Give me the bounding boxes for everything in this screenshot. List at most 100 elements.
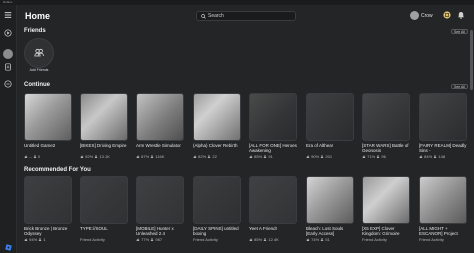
menu-icon[interactable] (3, 10, 13, 20)
game-player-count: 12.4K (268, 236, 279, 242)
game-thumbnail[interactable] (362, 176, 410, 224)
game-player-count: 96 (381, 153, 386, 159)
more-icon[interactable] (3, 79, 13, 89)
search-icon (201, 14, 206, 19)
notification-bell-icon[interactable] (457, 11, 465, 19)
game-card[interactable]: [STAR WARS] Battle of Geonosis 71% 96 (362, 93, 410, 159)
game-card[interactable]: Era of Althea! 90% 201 (306, 93, 354, 159)
game-card[interactable]: (Alpha) Clover Rebirth 82% 22 (193, 93, 241, 159)
game-rating: 90% (311, 153, 320, 159)
friends-see-all-button[interactable]: See All (451, 29, 468, 34)
game-thumbnail[interactable] (136, 176, 184, 224)
scrollbar-thumb[interactable] (470, 30, 473, 90)
game-thumbnail[interactable] (24, 93, 72, 141)
game-player-count: 987 (155, 236, 163, 242)
robux-icon[interactable] (443, 11, 451, 19)
game-thumbnail[interactable] (249, 93, 297, 141)
game-thumbnail[interactable] (306, 176, 354, 224)
friends-section-title: Friends (24, 28, 46, 34)
game-title: Arm Wrestle Simulator (136, 142, 181, 148)
search-box[interactable] (196, 11, 296, 21)
thumbs-up-icon (80, 155, 84, 158)
thumbs-up-icon (193, 155, 197, 158)
game-card[interactable]: Bleach: Lost Souls [Early Access] 74% 51 (306, 176, 354, 242)
game-card[interactable]: Yeet A Friend! 85% 12.4K (249, 176, 297, 242)
game-player-count: 13.1K (99, 153, 110, 159)
game-player-count: 116K (155, 153, 165, 159)
game-card[interactable]: [FAIRY REALM] Deadly Sins - 84% 148 (419, 93, 467, 159)
continue-section-title: Continue (24, 82, 50, 88)
players-icon (38, 237, 42, 242)
players-icon (33, 154, 37, 159)
game-rating: -- (29, 153, 32, 159)
game-player-count: 91 (268, 153, 273, 159)
roblox-logo-icon[interactable] (4, 243, 13, 252)
top-bar: Home Crow (17, 5, 474, 27)
players-icon (150, 154, 154, 159)
continue-see-all-button[interactable]: See All (451, 84, 468, 89)
game-stats: 85% 12.4K (249, 237, 297, 242)
players-icon (207, 154, 211, 159)
game-thumbnail[interactable] (419, 93, 467, 141)
game-stats: 77% 987 (136, 237, 184, 242)
game-thumbnail[interactable] (306, 93, 354, 141)
game-stats: 87% 116K (136, 154, 184, 159)
home-icon[interactable] (3, 28, 13, 38)
friend-activity-label: Friend Activity (80, 236, 105, 242)
game-card[interactable]: [ALL MIGHT + ESCANOR] Project Friend Act… (419, 176, 467, 242)
add-friends-button[interactable] (24, 38, 54, 68)
game-thumbnail[interactable] (136, 93, 184, 141)
user-name[interactable]: Crow (421, 13, 433, 19)
game-card[interactable]: Brick Bronze | Bronze Odyssey 94% 1 (24, 176, 72, 242)
add-friends-label: Add Friends (29, 68, 49, 72)
game-stats: 94% 1 (24, 237, 72, 242)
left-sidebar (0, 5, 17, 253)
thumbs-up-icon (306, 155, 310, 158)
avatar-editor-icon[interactable] (3, 62, 13, 72)
game-title: [X5 EXP] Clover Kingdom: Grimoire (362, 225, 400, 236)
thumbs-up-icon (136, 155, 140, 158)
game-rating: 94% (29, 236, 38, 242)
friend-activity-label: Friend Activity (419, 236, 444, 242)
game-thumbnail[interactable] (80, 176, 128, 224)
players-icon (263, 237, 267, 242)
thumbs-up-icon (249, 238, 253, 241)
game-thumbnail[interactable] (249, 176, 297, 224)
game-card[interactable]: Arm Wrestle Simulator 87% 116K (136, 93, 184, 159)
user-avatar[interactable] (410, 11, 419, 20)
game-rating: 85% (254, 153, 263, 159)
game-thumbnail[interactable] (193, 93, 241, 141)
game-thumbnail[interactable] (193, 176, 241, 224)
game-title: [STAR WARS] Battle of Geonosis (362, 142, 409, 153)
recommended-section-title: Recommended For You (24, 167, 91, 173)
profile-avatar[interactable] (3, 49, 13, 59)
game-rating: 71% (367, 153, 376, 159)
game-thumbnail[interactable] (24, 176, 72, 224)
thumbs-up-icon (24, 238, 28, 241)
game-card[interactable]: [MOBILE] Hunter x Unleashed 2.4 77% 987 (136, 176, 184, 242)
game-title: Bleach: Lost Souls [Early Access] (306, 225, 344, 236)
game-title: [FAIRY REALM] Deadly Sins - (419, 142, 467, 153)
players-icon (94, 154, 98, 159)
game-thumbnail[interactable] (362, 93, 410, 141)
page-title: Home (25, 11, 51, 21)
game-stats: -- 0 (24, 154, 72, 159)
game-thumbnail[interactable] (419, 176, 467, 224)
game-rating: 85% (254, 236, 263, 242)
game-thumbnail[interactable] (80, 93, 128, 141)
game-card[interactable]: [DAILY SPINS] untitled boxing Friend Act… (193, 176, 241, 242)
game-player-count: 51 (325, 236, 330, 242)
search-input[interactable] (208, 12, 293, 20)
game-card[interactable]: TYPE://SOUL Friend Activity (80, 176, 128, 242)
game-rating: 77% (141, 236, 150, 242)
game-card[interactable]: [ALL FOR ONE] Heroes Awakening 85% 91 (249, 93, 297, 159)
game-card[interactable]: [X5 EXP] Clover Kingdom: Grimoire Friend… (362, 176, 410, 242)
thumbs-up-icon (306, 238, 310, 241)
game-card[interactable]: [BIKES] Driving Empire 92% 13.1K (80, 93, 128, 159)
game-stats: 74% 51 (306, 237, 354, 242)
thumbs-up-icon (249, 155, 253, 158)
game-stats: 92% 13.1K (80, 154, 128, 159)
game-card[interactable]: Untitled Game2 -- 0 (24, 93, 72, 159)
game-player-count: 148 (438, 153, 446, 159)
add-friends-icon (34, 48, 44, 57)
